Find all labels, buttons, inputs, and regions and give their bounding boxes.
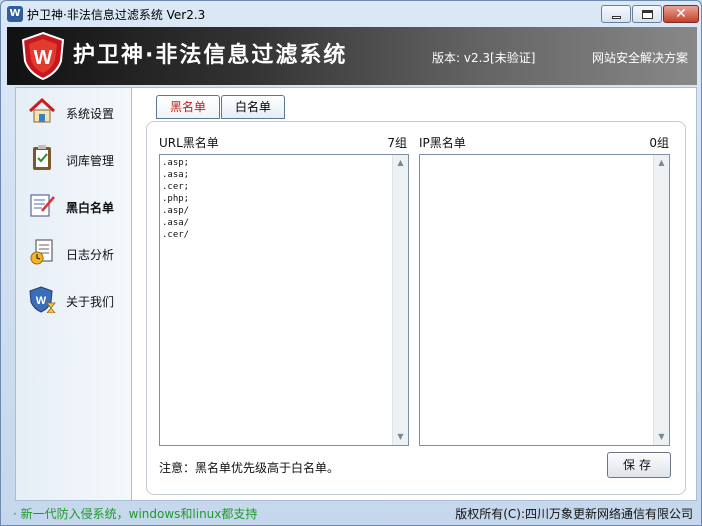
- sidebar-item-system-settings[interactable]: 系统设置: [16, 92, 131, 132]
- ip-blacklist-textarea[interactable]: ▲ ▼: [419, 154, 670, 446]
- header-banner: W 护卫神·非法信息过滤系统 版本: v2.3[未验证] 网站安全解决方案: [7, 27, 697, 85]
- url-blacklist-textarea[interactable]: .asp; .asa; .cer; .php; .asp/ .asa/ .cer/ ▲ ▼: [159, 154, 409, 446]
- title-bar[interactable]: W 护卫神·非法信息过滤系统 Ver2.3 ✕: [1, 1, 701, 27]
- list-item: .asp;: [162, 158, 190, 168]
- list-item: .asa/: [162, 218, 190, 228]
- app-name: 护卫神·非法信息过滤系统: [73, 43, 348, 68]
- url-list-scrollbar[interactable]: ▲ ▼: [392, 155, 408, 445]
- minimize-button[interactable]: [601, 5, 631, 23]
- sidebar-item-black-white-list[interactable]: 黑白名单: [16, 186, 131, 226]
- url-list-title: URL黑名单: [159, 136, 219, 150]
- list-item: .asp/: [162, 206, 190, 216]
- sidebar-item-label: 词库管理: [66, 154, 115, 168]
- maximize-button[interactable]: [632, 5, 662, 23]
- scroll-up-icon[interactable]: ▲: [393, 155, 408, 171]
- list-item: .asa;: [162, 170, 190, 180]
- tab-whitelist[interactable]: 白名单: [221, 95, 285, 119]
- sidebar-item-label: 关于我们: [66, 295, 115, 309]
- house-icon: [28, 97, 56, 123]
- scroll-down-icon[interactable]: ▼: [393, 429, 408, 445]
- priority-note: 注意：黑名单优先级高于白名单。: [159, 461, 340, 475]
- list-item: .cer/: [162, 230, 190, 240]
- list-item: .php;: [162, 194, 190, 204]
- url-list-count: 7组: [387, 136, 407, 150]
- scroll-down-icon[interactable]: ▼: [654, 429, 669, 445]
- slogan: 网站安全解决方案: [592, 51, 689, 65]
- url-list-items: .asp; .asa; .cer; .php; .asp/ .asa/ .cer/: [162, 157, 189, 241]
- tab-blacklist[interactable]: 黑名单: [156, 95, 220, 119]
- report-clock-icon: [30, 239, 53, 265]
- clipboard-icon: [33, 145, 51, 170]
- minimize-icon: [612, 16, 621, 19]
- list-item: .cer;: [162, 182, 190, 192]
- scroll-up-icon[interactable]: ▲: [654, 155, 669, 171]
- window-title: 护卫神·非法信息过滤系统 Ver2.3: [27, 8, 206, 22]
- copyright-text: 版权所有(C):四川万象更新网络通信有限公司: [455, 507, 693, 521]
- maximize-icon: [642, 10, 653, 19]
- sidebar-item-log-analysis[interactable]: 日志分析: [16, 233, 131, 273]
- ip-list-scrollbar[interactable]: ▲ ▼: [653, 155, 669, 445]
- ip-list-title: IP黑名单: [419, 136, 466, 150]
- blacklist-panel: URL黑名单 7组 .asp; .asa; .cer; .php; .asp/ .asa/…: [146, 121, 686, 495]
- main-content: 黑名单 白名单 URL黑名单 7组 .asp; .asa; .cer; .php; .a…: [132, 87, 697, 501]
- shield-hourglass-icon: W: [29, 286, 56, 313]
- close-icon: ✕: [675, 6, 687, 22]
- svg-text:W: W: [36, 295, 47, 307]
- sidebar: 系统设置 词库管理 黑白名单 日志分析 W 关于我们: [15, 87, 132, 501]
- shield-app-icon: W: [7, 6, 23, 22]
- sidebar-item-about-us[interactable]: W 关于我们: [16, 280, 131, 320]
- close-button[interactable]: ✕: [663, 5, 699, 23]
- save-button[interactable]: 保存: [607, 452, 671, 478]
- ip-list-count: 0组: [649, 136, 669, 150]
- sidebar-item-label: 日志分析: [66, 248, 115, 262]
- sidebar-item-label: 黑白名单: [66, 201, 115, 215]
- status-feature-text: · 新一代防入侵系统，windows和linux都支持: [13, 507, 258, 521]
- version-label: 版本: v2.3[未验证]: [432, 51, 536, 65]
- sidebar-item-label: 系统设置: [66, 107, 115, 121]
- status-bar: · 新一代防入侵系统，windows和linux都支持 版权所有(C):四川万象…: [7, 503, 697, 523]
- sidebar-item-dictionary[interactable]: 词库管理: [16, 139, 131, 179]
- checklist-icon: [30, 194, 55, 217]
- logo-letter: W: [34, 47, 53, 69]
- shield-logo-icon: W: [21, 31, 65, 81]
- application-window: W 护卫神·非法信息过滤系统 Ver2.3 ✕ W 护卫神·非法信息过滤系统 版…: [0, 0, 702, 526]
